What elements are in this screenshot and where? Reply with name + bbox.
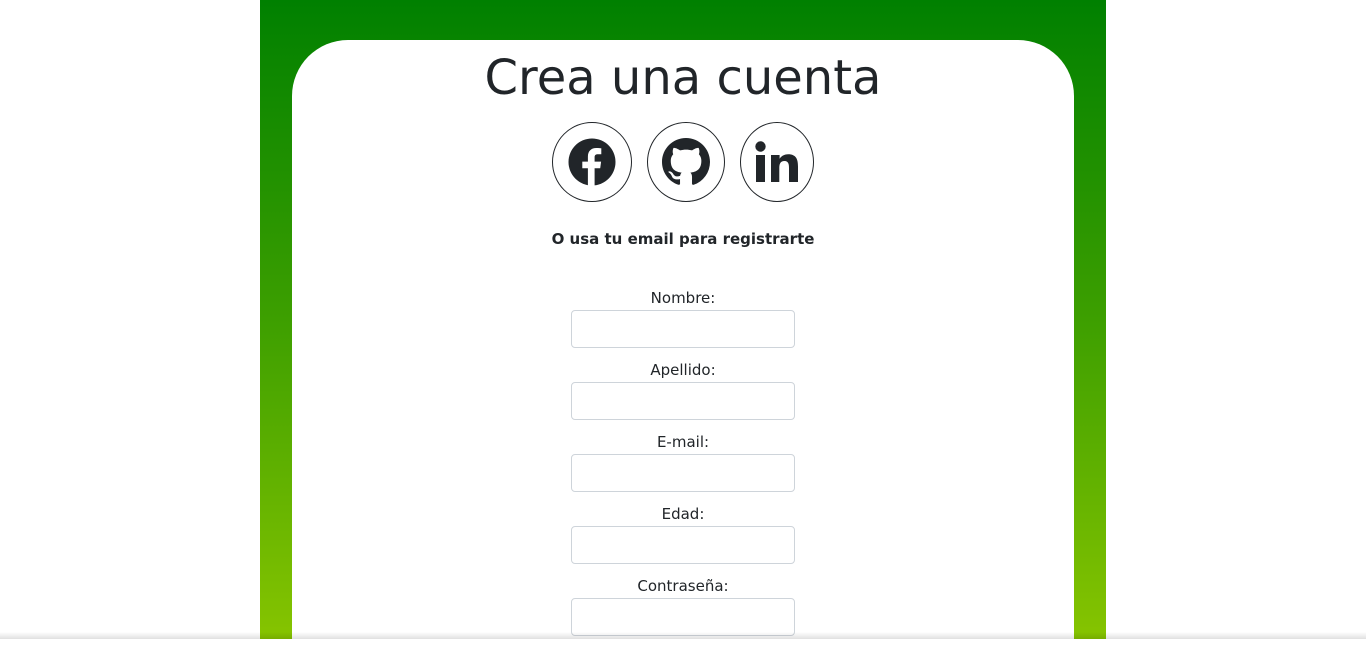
apellido-label: Apellido:	[650, 361, 716, 379]
contrasena-input[interactable]	[571, 598, 795, 636]
email-input[interactable]	[571, 454, 795, 492]
edad-input[interactable]	[571, 526, 795, 564]
page-title: Crea una cuenta	[484, 50, 882, 106]
facebook-icon	[568, 138, 616, 186]
linkedin-button[interactable]	[740, 122, 814, 202]
github-button[interactable]	[647, 122, 725, 202]
linkedin-icon	[754, 139, 800, 185]
signup-card: Crea una cuenta O usa tu email para regi…	[292, 40, 1074, 660]
viewport-bottom-edge	[0, 632, 1366, 639]
contrasena-label: Contraseña:	[637, 577, 729, 595]
facebook-button[interactable]	[552, 122, 632, 202]
github-icon	[662, 138, 710, 186]
apellido-input[interactable]	[571, 382, 795, 420]
nombre-input[interactable]	[571, 310, 795, 348]
edad-label: Edad:	[661, 505, 705, 523]
email-label: E-mail:	[656, 433, 710, 451]
register-with-email-text: O usa tu email para registrarte	[551, 230, 815, 248]
nombre-label: Nombre:	[650, 289, 716, 307]
